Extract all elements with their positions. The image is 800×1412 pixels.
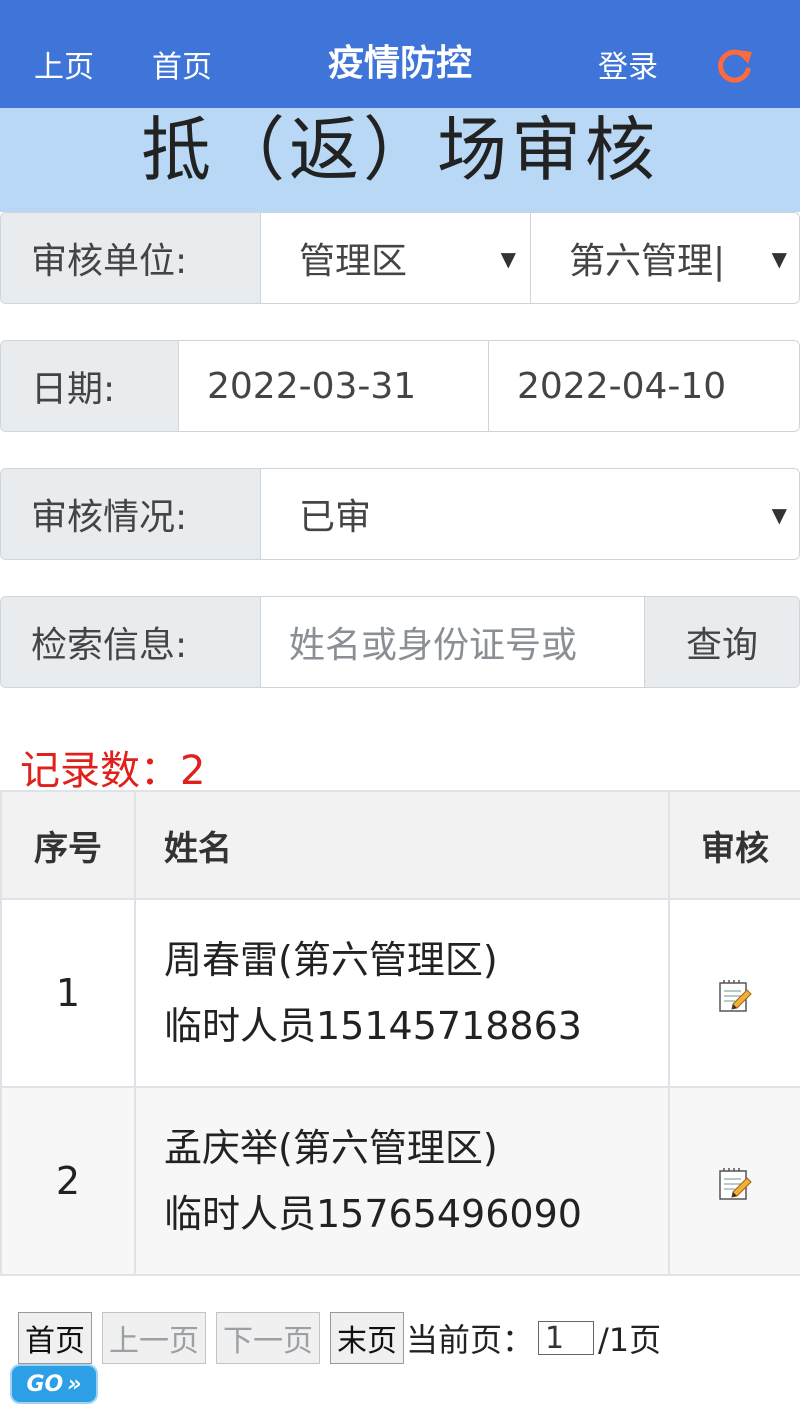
start-date-field[interactable]: 2022-03-31 [179, 341, 489, 431]
app-title: 疫情防控 [327, 43, 472, 84]
person-name: 孟庆举(第六管理区) [164, 1126, 498, 1170]
search-row: 检索信息: 姓名或身份证号或 查询 [0, 596, 800, 688]
query-button[interactable]: 查询 [645, 597, 799, 687]
page-title: 抵（返）场审核 [0, 108, 800, 212]
table-row: 2 孟庆举(第六管理区) 临时人员15765496090 [0, 1086, 800, 1276]
page-number-input[interactable]: 1 [538, 1321, 595, 1356]
edit-icon[interactable] [717, 1166, 753, 1202]
status-filter-row: 审核情况: 已审 ▼ [0, 468, 800, 560]
double-chevron-right-icon: » [67, 1371, 82, 1397]
first-page-button[interactable]: 首页 [18, 1312, 92, 1364]
home-link[interactable]: 首页 [152, 42, 212, 86]
chevron-down-icon: ▼ [500, 247, 516, 271]
header-name: 姓名 [134, 790, 670, 900]
person-detail: 临时人员15765496090 [164, 1192, 582, 1236]
person-detail: 临时人员15145718863 [164, 1004, 582, 1048]
row-index: 2 [0, 1086, 136, 1276]
table-header-row: 序号 姓名 审核 [0, 790, 800, 900]
top-nav-bar: 上页 首页 疫情防控 登录 [0, 0, 800, 108]
unit-name-value: 第六管理| [569, 241, 726, 282]
refresh-icon[interactable] [712, 44, 756, 88]
login-link[interactable]: 登录 [598, 42, 658, 86]
status-select[interactable]: 已审 ▼ [261, 469, 799, 559]
chevron-down-icon: ▼ [771, 503, 787, 527]
row-name-cell: 周春雷(第六管理区) 临时人员15145718863 [134, 898, 670, 1088]
chevron-down-icon: ▼ [771, 247, 787, 271]
status-value: 已审 [299, 497, 372, 538]
end-date-field[interactable]: 2022-04-10 [489, 341, 799, 431]
records-table: 序号 姓名 审核 1 周春雷(第六管理区) 临时人员15145718863 2 … [0, 790, 800, 1276]
unit-filter-row: 审核单位: 管理区 ▼ 第六管理| ▼ [0, 212, 800, 304]
prev-page-link[interactable]: 上页 [34, 42, 94, 86]
last-page-button[interactable]: 末页 [330, 1312, 404, 1364]
current-page-label: 当前页： [406, 1321, 535, 1359]
total-pages: /1页 [598, 1321, 662, 1359]
row-name-cell: 孟庆举(第六管理区) 临时人员15765496090 [134, 1086, 670, 1276]
pagination: 首页 上一页 下一页 末页 当前页： 1 /1页 [18, 1312, 661, 1364]
unit-type-value: 管理区 [299, 241, 408, 282]
header-review: 审核 [668, 790, 800, 900]
status-label: 审核情况: [1, 469, 261, 559]
go-button[interactable]: GO » [10, 1364, 98, 1404]
date-filter-row: 日期: 2022-03-31 2022-04-10 [0, 340, 800, 432]
unit-name-select[interactable]: 第六管理| ▼ [531, 213, 799, 303]
row-review-cell [668, 898, 800, 1088]
go-label: GO [26, 1371, 64, 1397]
unit-type-select[interactable]: 管理区 ▼ [261, 213, 531, 303]
row-index: 1 [0, 898, 136, 1088]
table-row: 1 周春雷(第六管理区) 临时人员15145718863 [0, 898, 800, 1088]
next-page-button[interactable]: 下一页 [216, 1312, 320, 1364]
row-review-cell [668, 1086, 800, 1276]
record-count: 记录数：2 [20, 748, 206, 794]
search-label: 检索信息: [1, 597, 261, 687]
unit-label: 审核单位: [1, 213, 261, 303]
prev-page-button[interactable]: 上一页 [102, 1312, 206, 1364]
edit-icon[interactable] [717, 978, 753, 1014]
date-label: 日期: [1, 341, 179, 431]
search-input[interactable]: 姓名或身份证号或 [261, 597, 645, 687]
person-name: 周春雷(第六管理区) [164, 938, 498, 982]
header-index: 序号 [0, 790, 136, 900]
